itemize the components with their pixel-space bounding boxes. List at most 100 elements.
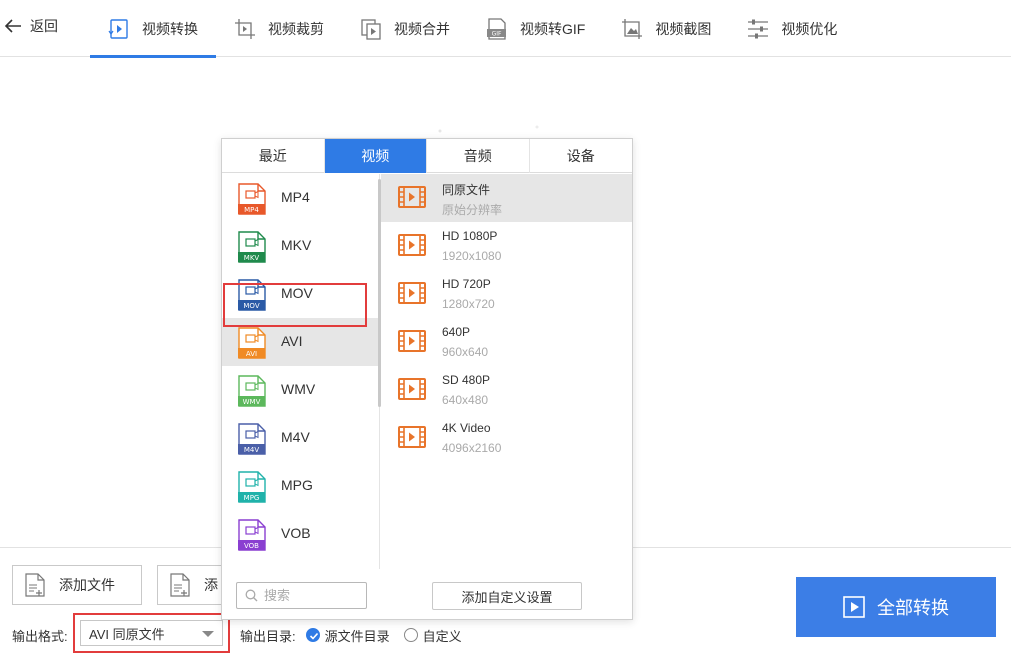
resolution-size: 640x480: [442, 393, 489, 407]
search-icon: [245, 589, 258, 602]
format-name: MOV: [281, 285, 313, 301]
resolution-list: 同原文件原始分辨率 HD 1080P 1920x1080 HD 720P 1280x72…: [381, 174, 632, 569]
resolution-item[interactable]: HD 720P 1280x720: [381, 270, 632, 318]
format-list: MP4 MP4 MKV MKV MOV MOV AVI AVI WMV WMV M4V M4V MPG M…: [222, 174, 380, 569]
tab-device[interactable]: 设备: [530, 139, 633, 173]
output-dir-label: 输出目录:: [240, 628, 296, 644]
format-badge-text: MP4: [244, 206, 259, 214]
feature-tabs: 视频转换 视频裁剪 视频合并 GIF 视频转GIF 视频截图 视频优化: [90, 0, 855, 58]
mp4-file-icon: MP4: [238, 183, 266, 215]
resolution-size: 1920x1080: [442, 249, 502, 263]
tab-label: 视频裁剪: [268, 20, 324, 37]
convert-all-button[interactable]: 全部转换: [796, 577, 996, 637]
format-badge-text: MOV: [243, 302, 259, 310]
loading-dots-icon: [438, 125, 539, 133]
film-icon: [398, 282, 426, 304]
popup-tabs: 最近 视频 音频 设备: [222, 139, 632, 173]
format-item-mpg[interactable]: MPG MPG: [222, 462, 379, 510]
vob-file-icon: VOB: [238, 519, 266, 551]
resolution-size: 960x640: [442, 345, 489, 359]
tab-video-screenshot[interactable]: 视频截图: [603, 0, 729, 57]
format-item-mkv[interactable]: MKV MKV: [222, 222, 379, 270]
format-badge-text: MPG: [244, 494, 260, 502]
output-format-row: 输出格式:: [12, 624, 68, 646]
tab-video-convert[interactable]: 视频转换: [90, 0, 216, 58]
radio-unchecked-icon: [403, 628, 418, 642]
radio-source-label: 源文件目录: [324, 628, 390, 644]
resolution-item[interactable]: SD 480P 640x480: [381, 366, 632, 414]
back-button[interactable]: 返回: [4, 14, 58, 38]
tab-video-optimize[interactable]: 视频优化: [729, 0, 855, 57]
output-format-label: 输出格式:: [12, 628, 68, 644]
resolution-name: 同原文件: [442, 183, 491, 197]
tab-video-to-gif[interactable]: GIF 视频转GIF: [468, 0, 603, 57]
svg-text:GIF: GIF: [492, 30, 502, 37]
resolution-item[interactable]: 同原文件 原始分辨率: [381, 174, 632, 222]
format-item-vob[interactable]: VOB VOB: [222, 510, 379, 558]
gif-icon: GIF: [486, 17, 508, 40]
resolution-size: 4096x2160: [442, 441, 502, 455]
film-icon: [398, 330, 426, 352]
format-item-mp4[interactable]: MP4 MP4: [222, 174, 379, 222]
video-convert-icon: [108, 18, 130, 40]
back-label: 返回: [30, 18, 58, 34]
tab-label: 视频转GIF: [520, 20, 586, 37]
format-name: WMV: [281, 381, 316, 397]
m4v-file-icon: M4V: [238, 423, 266, 455]
top-toolbar: 返回 视频转换 视频裁剪 视频合并 GIF 视频转GIF 视频截图 视频优化: [0, 0, 1011, 58]
search-input[interactable]: [264, 588, 354, 603]
format-item-mov[interactable]: MOV MOV: [222, 270, 379, 318]
resolution-size: 1280x720: [442, 297, 495, 311]
format-badge-text: VOB: [244, 542, 259, 550]
format-item-wmv[interactable]: WMV WMV: [222, 366, 379, 414]
resolution-item[interactable]: HD 1080P 1920x1080: [381, 222, 632, 270]
format-item-m4v[interactable]: M4V M4V: [222, 414, 379, 462]
output-format-value: AVI 同原文件: [89, 626, 165, 642]
resolution-size: 原始分辨率: [442, 203, 503, 217]
film-icon: [398, 426, 426, 448]
tab-video-crop[interactable]: 视频裁剪: [216, 0, 342, 57]
resolution-name: 4K Video: [442, 421, 491, 435]
radio-custom-label: 自定义: [422, 628, 462, 644]
tab-label: 视频合并: [394, 20, 450, 37]
add-custom-setting-button[interactable]: 添加自定义设置: [432, 582, 582, 610]
resolution-name: SD 480P: [442, 373, 491, 387]
radio-checked-icon: [305, 628, 320, 642]
output-format-select[interactable]: AVI 同原文件: [80, 620, 223, 646]
format-badge-text: M4V: [244, 446, 259, 454]
arrow-left-icon: [4, 19, 21, 33]
format-badge-text: AVI: [246, 350, 257, 358]
avi-file-icon: AVI: [238, 327, 266, 359]
chevron-down-icon: [202, 631, 214, 637]
tab-audio[interactable]: 音频: [427, 139, 530, 173]
convert-all-label: 全部转换: [877, 598, 949, 618]
tab-label: 视频转换: [142, 20, 198, 37]
resolution-item[interactable]: 4K Video 4096x2160: [381, 414, 632, 462]
format-popup: 最近 视频 音频 设备 MP4 MP4 MKV MKV MOV MOV AVI AVI WMV W…: [221, 138, 633, 620]
search-box: [236, 582, 367, 609]
film-icon: [398, 378, 426, 400]
film-icon: [398, 186, 426, 208]
film-icon: [398, 234, 426, 256]
format-item-avi[interactable]: AVI AVI: [222, 318, 379, 366]
mkv-file-icon: MKV: [238, 231, 266, 263]
output-format-highlight: AVI 同原文件: [73, 613, 230, 653]
resolution-item[interactable]: 640P 960x640: [381, 318, 632, 366]
resolution-name: HD 720P: [442, 277, 491, 291]
mpg-file-icon: MPG: [238, 471, 266, 503]
tab-video-merge[interactable]: 视频合并: [342, 0, 468, 57]
resolution-name: HD 1080P: [442, 229, 498, 243]
wmv-file-icon: WMV: [238, 375, 266, 407]
add-folder-label: 添: [204, 577, 218, 593]
tab-video[interactable]: 视频: [324, 139, 427, 173]
radio-source-dir[interactable]: 源文件目录: [305, 626, 390, 645]
video-crop-icon: [234, 18, 256, 40]
add-file-label: 添加文件: [59, 577, 115, 593]
optimize-icon: [747, 18, 769, 40]
format-name: MPG: [281, 477, 313, 493]
add-file-button[interactable]: 添加文件: [12, 565, 142, 605]
radio-custom-dir[interactable]: 自定义: [403, 626, 462, 645]
play-icon: [843, 596, 865, 618]
add-folder-icon: [170, 573, 190, 597]
tab-recent[interactable]: 最近: [222, 139, 325, 173]
